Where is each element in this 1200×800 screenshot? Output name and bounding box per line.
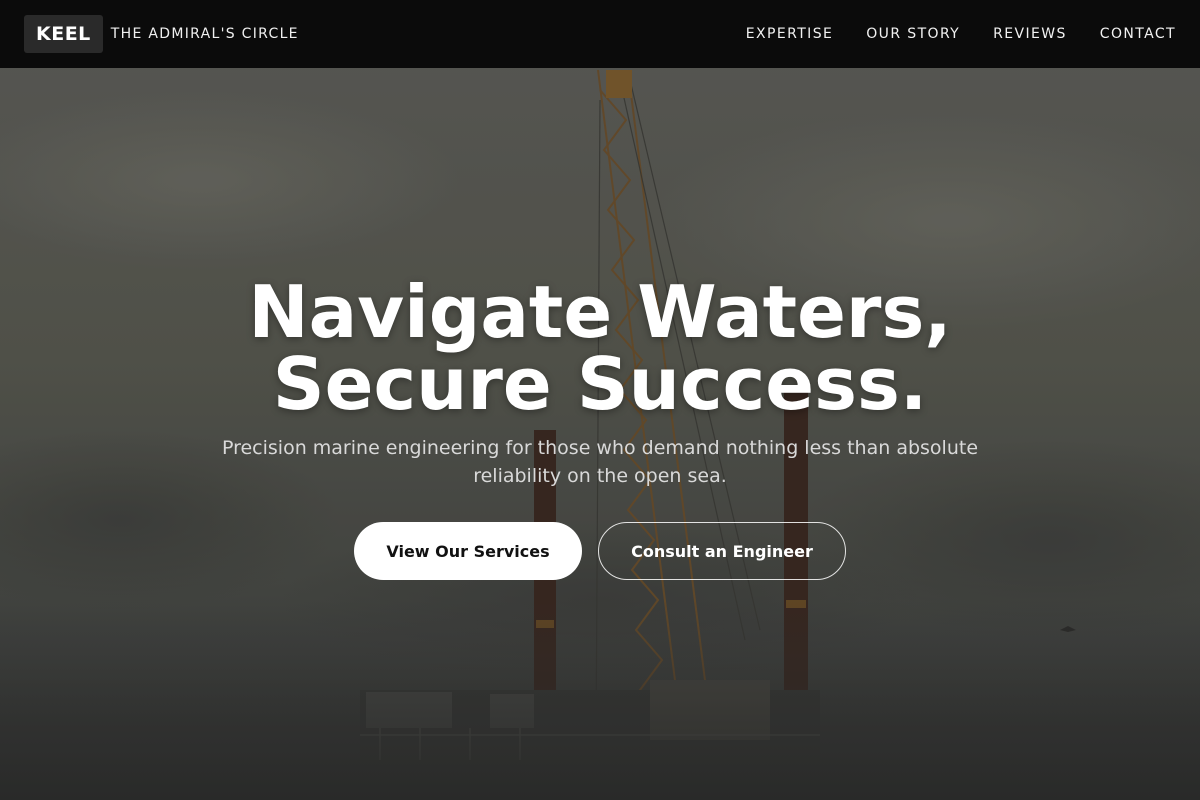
nav-link-reviews[interactable]: REVIEWS (993, 26, 1067, 42)
brand[interactable]: KEEL THE ADMIRAL'S CIRCLE (24, 15, 299, 53)
top-navbar: KEEL THE ADMIRAL'S CIRCLE EXPERTISE OUR … (0, 0, 1200, 68)
view-services-button[interactable]: View Our Services (354, 522, 582, 580)
nav-link-our-story[interactable]: OUR STORY (866, 26, 960, 42)
hero-title-line-2: Secure Success. (272, 342, 928, 426)
nav-link-contact[interactable]: CONTACT (1100, 26, 1176, 42)
hero-title: Navigate Waters, Secure Success. (0, 276, 1200, 420)
hero-cta-group: View Our Services Consult an Engineer (0, 522, 1200, 580)
hero-subtitle: Precision marine engineering for those w… (221, 437, 979, 487)
brand-name[interactable]: THE ADMIRAL'S CIRCLE (111, 26, 299, 42)
logo[interactable]: KEEL (24, 15, 103, 53)
nav-link-expertise[interactable]: EXPERTISE (746, 26, 833, 42)
hero-section: Navigate Waters, Secure Success. Precisi… (0, 276, 1200, 580)
nav-links: EXPERTISE OUR STORY REVIEWS CONTACT (713, 26, 1176, 42)
consult-engineer-button[interactable]: Consult an Engineer (598, 522, 846, 580)
